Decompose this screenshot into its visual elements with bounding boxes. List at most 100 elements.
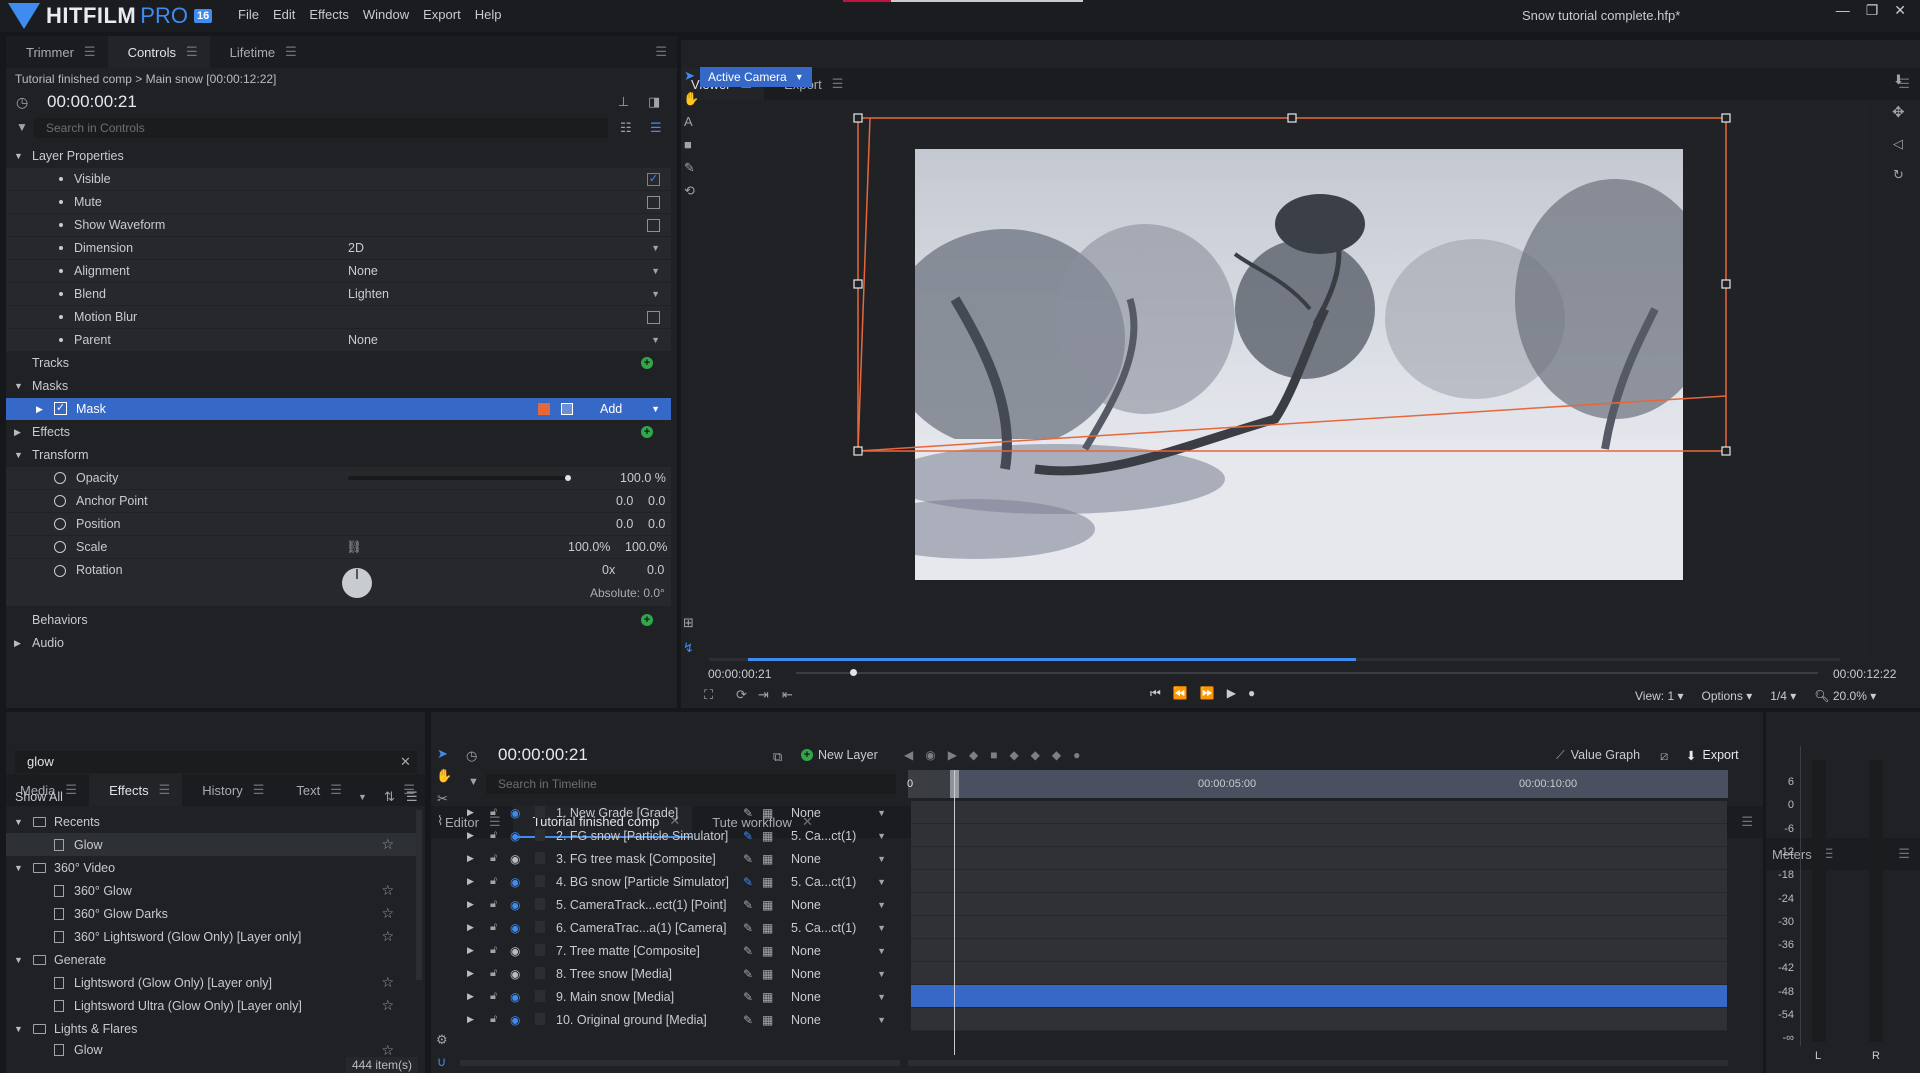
- mask-color-swatch[interactable]: [538, 403, 550, 415]
- layer-matte-icon[interactable]: ▦: [762, 806, 773, 820]
- keyframe-icon[interactable]: [54, 518, 66, 530]
- layer-matte-icon[interactable]: ▦: [762, 990, 773, 1004]
- layer-scrollbar[interactable]: [460, 1060, 900, 1066]
- visibility-eye-icon[interactable]: ◉: [510, 852, 520, 866]
- favorite-star-icon[interactable]: ☆: [381, 928, 394, 945]
- viewer-scrub-track[interactable]: [796, 672, 1818, 674]
- set-in-icon[interactable]: ⇤: [782, 687, 793, 703]
- chevron-down-icon[interactable]: ▼: [651, 289, 660, 299]
- layer-edit-icon[interactable]: ✎: [743, 852, 753, 866]
- lock-icon[interactable]: 🔓︎: [490, 806, 497, 819]
- chevron-down-icon[interactable]: ▼: [877, 877, 886, 887]
- viewer-work-area[interactable]: [748, 658, 1356, 661]
- layer-row[interactable]: ▶ 🔓︎ ◉ 8. Tree snow [Media] ✎ ▦ None ▼: [458, 962, 896, 985]
- mask-row[interactable]: ▶ ✓ Mask Add ▼: [6, 398, 671, 420]
- filter-icon[interactable]: ▼: [16, 120, 28, 134]
- position-x-value[interactable]: 0.0: [616, 517, 633, 531]
- layer-color-swatch[interactable]: [535, 852, 545, 864]
- layer-row[interactable]: ▶ 🔓︎ ◉ 6. CameraTrac...a(1) [Camera] ✎ ▦ 5. Ca…: [458, 916, 896, 939]
- tab-history[interactable]: History ☰: [182, 774, 276, 806]
- layer-parent-select[interactable]: None: [791, 990, 821, 1004]
- layer-edit-icon[interactable]: ✎: [743, 898, 753, 912]
- layer-color-swatch[interactable]: [535, 944, 545, 956]
- lock-icon[interactable]: 🔓︎: [490, 1013, 497, 1026]
- keyframe-auto-icon[interactable]: ●: [1073, 748, 1080, 762]
- lock-icon[interactable]: 🔓︎: [490, 967, 497, 980]
- timeline-lane[interactable]: [911, 939, 1727, 962]
- expand-icon[interactable]: ▶: [467, 807, 474, 818]
- layer-parent-select[interactable]: None: [791, 967, 821, 981]
- tab-menu-icon[interactable]: ☰: [253, 782, 265, 798]
- chevron-down-icon[interactable]: ▼: [877, 1015, 886, 1025]
- timeline-lane[interactable]: [911, 801, 1727, 824]
- favorite-star-icon[interactable]: ☆: [381, 974, 394, 991]
- lock-icon[interactable]: 🔓︎: [490, 875, 497, 888]
- transform-handle[interactable]: [853, 113, 863, 123]
- editor-export-button[interactable]: ⬇ Export: [1686, 748, 1739, 763]
- tab-effects[interactable]: Effects ☰: [89, 774, 183, 806]
- group-transform[interactable]: ▼ Transform: [6, 444, 671, 466]
- new-layer-button[interactable]: + New Layer: [801, 748, 878, 762]
- slice-tool-icon[interactable]: ✂: [437, 791, 448, 807]
- panel-menu-icon[interactable]: ☰: [655, 44, 667, 60]
- transform-handle[interactable]: [853, 279, 863, 289]
- effects-scrollbar[interactable]: [416, 810, 422, 980]
- panel-menu-icon[interactable]: ☰: [1741, 814, 1753, 830]
- rotate-icon[interactable]: ↻: [1893, 167, 1904, 183]
- detail-view-icon[interactable]: ☰: [650, 120, 662, 136]
- effects-search-input[interactable]: glow: [15, 751, 417, 773]
- mask-enable-checkbox[interactable]: ✓: [54, 402, 67, 415]
- viewer-playhead[interactable]: [850, 669, 857, 676]
- layer-row[interactable]: ▶ 🔓︎ ◉ 10. Original ground [Media] ✎ ▦ None ▼: [458, 1008, 896, 1031]
- controls-timecode[interactable]: 00:00:00:21: [47, 92, 137, 112]
- parent-select[interactable]: None: [348, 333, 378, 347]
- chevron-down-icon[interactable]: ▼: [877, 992, 886, 1002]
- anchor-x-value[interactable]: 0.0: [616, 494, 633, 508]
- effects-group-generate[interactable]: ▼ Generate: [6, 948, 416, 971]
- favorite-star-icon[interactable]: ☆: [381, 882, 394, 899]
- effect-item[interactable]: Lightsword Ultra (Glow Only) [Layer only…: [6, 994, 416, 1017]
- layer-edit-icon[interactable]: ✎: [743, 990, 753, 1004]
- show-waveform-checkbox[interactable]: [647, 218, 660, 232]
- clear-search-icon[interactable]: ✕: [400, 754, 411, 770]
- rotation-turns-value[interactable]: 0x: [602, 563, 615, 577]
- lock-icon[interactable]: 🔓︎: [490, 898, 497, 911]
- effects-group-360-video[interactable]: ▼ 360° Video: [6, 856, 416, 879]
- transform-handle[interactable]: [1287, 113, 1297, 123]
- alignment-select[interactable]: None: [348, 264, 378, 278]
- opacity-slider-knob[interactable]: [565, 475, 571, 481]
- move-down-icon[interactable]: ⬇: [1893, 72, 1904, 88]
- expand-icon[interactable]: ▶: [14, 638, 21, 649]
- chevron-down-icon[interactable]: ▼: [651, 243, 660, 253]
- layer-color-swatch[interactable]: [535, 806, 545, 818]
- layer-color-swatch[interactable]: [535, 1013, 545, 1025]
- keyframe-icon[interactable]: [54, 472, 66, 484]
- layer-color-swatch[interactable]: [535, 990, 545, 1002]
- effects-filter-select[interactable]: Show All: [15, 790, 63, 804]
- tab-menu-icon[interactable]: ☰: [186, 44, 198, 60]
- tab-menu-icon[interactable]: ☰: [832, 76, 844, 92]
- timeline-search-input[interactable]: Search in Timeline: [486, 774, 896, 794]
- layer-parent-select[interactable]: 5. Ca...ct(1): [791, 829, 856, 843]
- visibility-eye-icon[interactable]: ◉: [510, 921, 520, 935]
- blend-select[interactable]: Lighten: [348, 287, 389, 301]
- timeline-lane[interactable]: [911, 962, 1727, 985]
- layer-row[interactable]: ▶ 🔓︎ ◉ 5. CameraTrack...ect(1) [Point] ✎ ▦ Non…: [458, 893, 896, 916]
- visibility-eye-icon[interactable]: ◉: [510, 944, 520, 958]
- timeline-lane[interactable]: [911, 870, 1727, 893]
- expand-icon[interactable]: ▶: [467, 922, 474, 933]
- tab-controls[interactable]: Controls ☰: [107, 36, 210, 68]
- layer-matte-icon[interactable]: ▦: [762, 898, 773, 912]
- tab-menu-icon[interactable]: ☰: [84, 44, 96, 60]
- visibility-eye-icon[interactable]: ◉: [510, 967, 520, 981]
- layer-edit-icon[interactable]: ✎: [743, 875, 753, 889]
- stop-icon[interactable]: ■: [990, 748, 997, 762]
- lock-icon[interactable]: 🔓︎: [490, 921, 497, 934]
- close-icon[interactable]: ✕: [1894, 2, 1906, 19]
- orbit-tool-icon[interactable]: ⟲: [684, 183, 695, 199]
- scale-x-value[interactable]: 100.0%: [568, 540, 610, 554]
- expand-icon[interactable]: ▶: [467, 853, 474, 864]
- favorite-star-icon[interactable]: ☆: [381, 997, 394, 1014]
- keyframe-linear-icon[interactable]: ◆: [1009, 748, 1018, 762]
- panel-menu-icon[interactable]: ☰: [1898, 846, 1910, 862]
